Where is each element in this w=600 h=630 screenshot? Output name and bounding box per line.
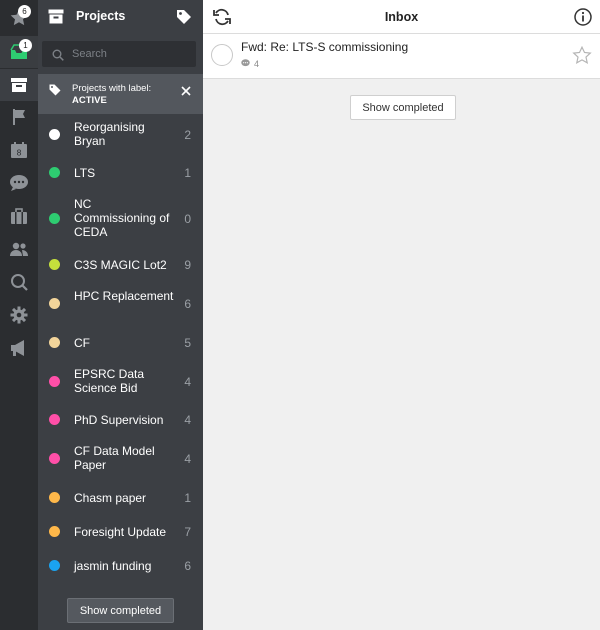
project-item[interactable]: EPSRC Data Science Bid 4 (38, 367, 203, 397)
inbox-toolbar: Inbox (203, 0, 600, 34)
task-row[interactable]: Fwd: Re: LTS-S commissioning 4 (203, 34, 600, 79)
page-title: Inbox (384, 10, 419, 24)
projects-nav[interactable] (0, 69, 38, 101)
project-count: 2 (184, 128, 191, 142)
project-name: NC Commissioning of CEDA (74, 197, 170, 239)
search-input[interactable]: Search (42, 41, 196, 67)
project-item[interactable]: C3S MAGIC Lot2 9 (38, 257, 203, 273)
search-nav[interactable] (0, 266, 38, 298)
project-name: CF Data Model Paper (74, 444, 155, 472)
info-icon[interactable] (574, 8, 592, 31)
project-item[interactable]: Foresight Update 7 (38, 524, 203, 540)
svg-text:8: 8 (16, 149, 21, 158)
project-item[interactable]: LTS 1 (38, 165, 203, 181)
projects-panel: Projects Search Projects with label: ACT… (38, 0, 203, 630)
project-name: PhD Supervision (74, 413, 164, 427)
calendar-nav[interactable]: 8 (0, 134, 38, 166)
icon-rail: 6 1 8 (0, 0, 38, 630)
project-count: 6 (184, 559, 191, 573)
project-name: HPC Replacement (74, 289, 174, 303)
project-color-dot (49, 213, 60, 224)
project-color-dot (49, 560, 60, 571)
flag-icon (11, 108, 27, 126)
flags-nav[interactable] (0, 101, 38, 133)
megaphone-icon (9, 339, 29, 357)
archive-box-icon (48, 9, 64, 29)
project-count: 7 (184, 525, 191, 539)
project-count: 1 (184, 166, 191, 180)
project-count: 4 (184, 452, 191, 466)
task-title: Fwd: Re: LTS-S commissioning (241, 40, 409, 54)
project-item[interactable]: PhD Supervision 4 (38, 412, 203, 428)
project-name: jasmin funding (74, 559, 152, 573)
label-filter-value: ACTIVE (72, 95, 107, 106)
projects-header: Projects (38, 0, 203, 34)
show-completed-button[interactable]: Show completed (350, 95, 456, 120)
project-name: LTS (74, 166, 96, 180)
project-item[interactable]: Reorganising Bryan 2 (38, 120, 203, 150)
project-color-dot (49, 259, 60, 270)
briefcase-icon (10, 207, 28, 225)
project-color-dot (49, 453, 60, 464)
label-tag-button[interactable] (176, 9, 192, 30)
people-icon (9, 241, 29, 257)
project-count: 1 (184, 491, 191, 505)
projects-title: Projects (76, 9, 126, 23)
project-count: 4 (184, 413, 191, 427)
show-completed-projects-button[interactable]: Show completed (67, 598, 174, 623)
project-count: 6 (184, 297, 191, 311)
project-count: 0 (184, 212, 191, 226)
search-icon (52, 48, 64, 66)
star-icon[interactable] (572, 45, 592, 70)
project-name: EPSRC Data Science Bid (74, 367, 145, 395)
comments-nav[interactable] (0, 167, 38, 199)
project-count: 9 (184, 258, 191, 272)
project-item[interactable]: NC Commissioning of CEDA 0 (38, 197, 203, 241)
project-item[interactable]: HPC Replacement 6 (38, 289, 203, 319)
task-meta: 4 (241, 59, 259, 69)
project-name: C3S MAGIC Lot2 (74, 258, 167, 272)
label-filter-caption: Projects with label: (72, 83, 152, 94)
project-color-dot (49, 376, 60, 387)
comment-icon (241, 59, 250, 69)
search-placeholder: Search (72, 48, 107, 60)
inbox-count-badge: 1 (19, 39, 32, 52)
project-name: CF (74, 336, 90, 350)
starred-count-badge: 6 (18, 5, 31, 18)
chat-bubble-icon (9, 174, 29, 192)
people-nav[interactable] (0, 233, 38, 265)
project-color-dot (49, 526, 60, 537)
archive-box-icon (10, 77, 28, 93)
inbox-main: Inbox Fwd: Re: LTS-S commissioning 4 Sho… (203, 0, 600, 630)
project-name: Foresight Update (74, 525, 167, 539)
project-color-dot (49, 414, 60, 425)
label-filter-banner: Projects with label: ACTIVE (38, 74, 203, 114)
close-icon[interactable] (181, 83, 191, 101)
settings-nav[interactable] (0, 299, 38, 331)
project-color-dot (49, 492, 60, 503)
project-item[interactable]: CF Data Model Paper 4 (38, 444, 203, 474)
work-nav[interactable] (0, 200, 38, 232)
project-name: Reorganising Bryan (74, 120, 145, 148)
project-item[interactable]: CF 5 (38, 335, 203, 351)
project-count: 5 (184, 336, 191, 350)
project-name: Chasm paper (74, 491, 147, 505)
project-color-dot (49, 167, 60, 178)
project-color-dot (49, 298, 60, 309)
comment-count: 4 (254, 59, 260, 69)
calendar-icon: 8 (10, 141, 28, 159)
project-item[interactable]: Chasm paper 1 (38, 490, 203, 506)
search-icon (10, 273, 28, 291)
project-color-dot (49, 129, 60, 140)
announcements-nav[interactable] (0, 332, 38, 364)
task-complete-checkbox[interactable] (211, 44, 233, 66)
project-item[interactable]: jasmin funding 6 (38, 558, 203, 574)
inbox-nav[interactable]: 1 (0, 36, 38, 68)
tag-icon (49, 83, 61, 101)
gear-icon (10, 306, 28, 324)
project-color-dot (49, 337, 60, 348)
project-count: 4 (184, 375, 191, 389)
starred-nav[interactable]: 6 (0, 2, 38, 34)
